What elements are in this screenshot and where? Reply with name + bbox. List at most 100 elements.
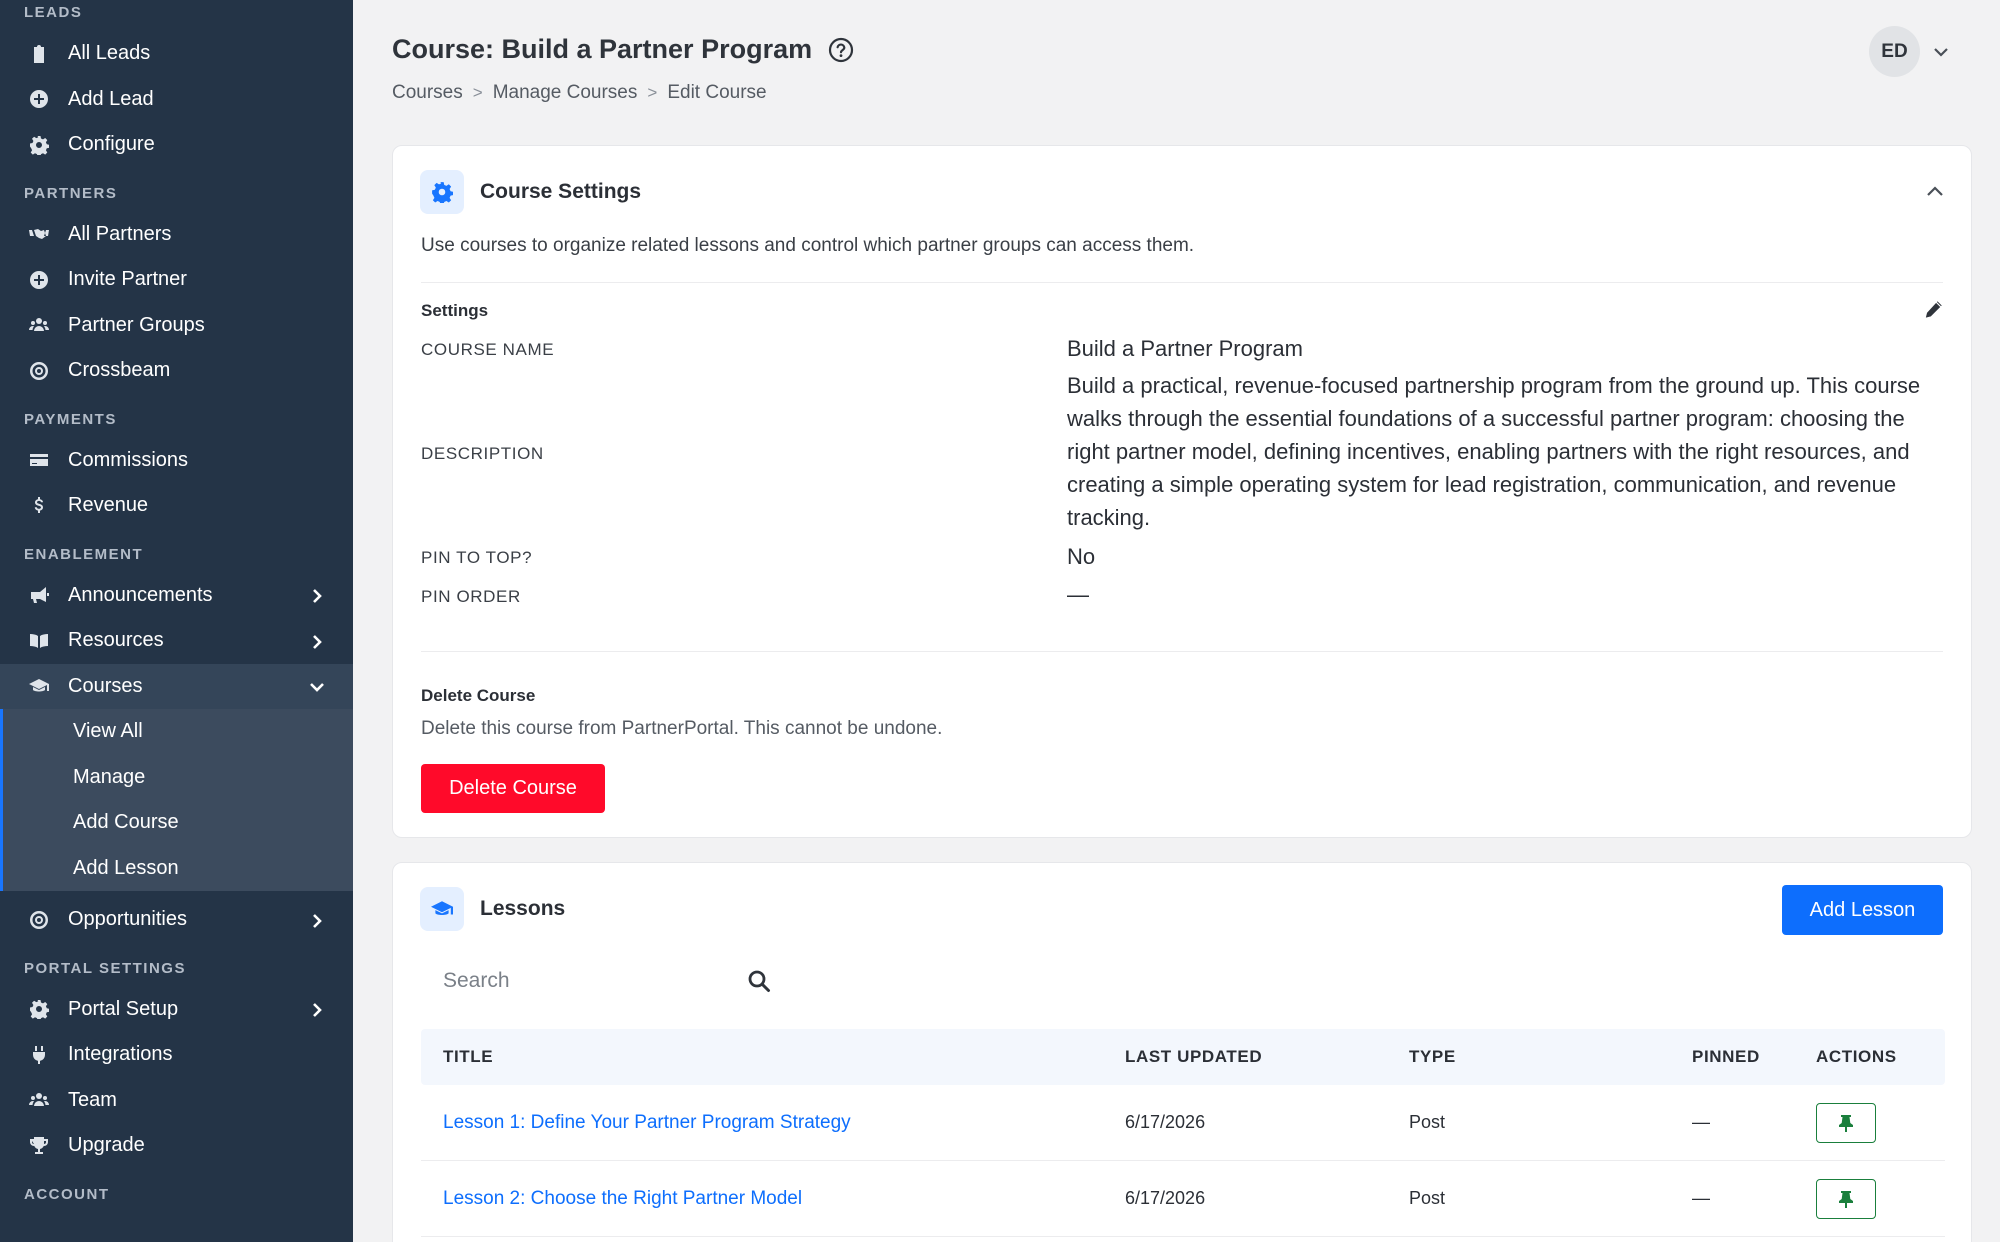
lesson-type: Post [1409,1188,1446,1208]
sidebar-subitem-add-lesson[interactable]: Add Lesson [3,846,353,892]
sidebar-item-label: Opportunities [68,908,187,931]
sidebar-item-label: Announcements [68,583,213,606]
add-lesson-button[interactable]: Add Lesson [1782,885,1943,935]
section-title-payments: PAYMENTS [24,410,117,428]
delete-course-title: Delete Course [421,686,536,705]
users-icon [28,314,50,336]
sidebar-item-team[interactable]: Team [0,1078,353,1124]
breadcrumb-courses[interactable]: Courses [392,82,463,104]
graduation-cap-icon [420,887,464,931]
column-header-pinned[interactable]: PINNED [1692,1047,1816,1067]
sidebar-item-courses[interactable]: Courses [0,663,353,709]
sidebar-item-integrations[interactable]: Integrations [0,1032,353,1078]
sidebar-item-label: Courses [68,674,143,697]
sidebar-item-label: Portal Setup [68,997,179,1020]
graduation-cap-icon [28,675,50,697]
sidebar-item-label: Team [68,1088,117,1111]
sidebar-item-label: Invite Partner [68,268,187,291]
table-row: Lesson 1: Define Your Partner Program St… [421,1085,1945,1161]
sidebar-item-label: Revenue [68,494,149,517]
pencil-icon[interactable] [1923,298,1945,320]
target-icon [28,909,50,931]
sidebar-item-label: Commissions [68,448,189,471]
sidebar-item-commissions[interactable]: Commissions [0,438,353,484]
section-title-account: ACCOUNT [24,1185,110,1203]
sidebar-item-revenue[interactable]: Revenue [0,483,353,529]
section-title-leads: LEADS [24,4,83,21]
pin-icon [1839,1114,1853,1132]
sidebar-item-label: Add Lead [68,87,154,110]
divider [421,282,1943,283]
pin-button[interactable] [1816,1178,1876,1219]
gear-icon [28,998,50,1020]
sidebar-item-label: All Partners [68,222,172,245]
divider [421,651,1943,652]
avatar[interactable]: ED [1869,26,1920,77]
search-icon[interactable] [747,969,771,993]
section-title-portal-settings: PORTAL SETTINGS [24,959,186,977]
breadcrumb-separator: > [472,83,483,102]
column-header-last-updated[interactable]: LAST UPDATED [1125,1047,1409,1067]
breadcrumb-manage-courses[interactable]: Manage Courses [493,82,638,104]
sidebar-item-crossbeam[interactable]: Crossbeam [0,348,353,394]
search-input[interactable] [421,969,747,993]
sidebar-subitem-manage[interactable]: Manage [3,755,353,801]
lesson-type: Post [1409,1112,1446,1132]
pin-button[interactable] [1816,1102,1876,1143]
lesson-last-updated: 6/17/2026 [1125,1188,1206,1208]
sidebar-item-partner-groups[interactable]: Partner Groups [0,303,353,349]
pin-order-key: PIN ORDER [421,587,521,606]
breadcrumb-edit-course: Edit Course [667,82,767,103]
lesson-last-updated: 6/17/2026 [1125,1112,1206,1132]
sidebar-item-add-lead[interactable]: Add Lead [0,77,353,123]
description-value: Build a practical, revenue-focused partn… [1067,373,1921,530]
sidebar: LEADS All Leads Add Lead Configure PARTN… [0,0,353,1242]
sidebar-item-portal-setup[interactable]: Portal Setup [0,987,353,1033]
sidebar-item-label: Configure [68,133,155,156]
help-circle-icon[interactable] [828,37,854,63]
clipboard-icon [28,43,50,65]
section-title-enablement: ENABLEMENT [24,545,144,563]
sidebar-item-opportunities[interactable]: Opportunities [0,897,353,943]
sidebar-item-invite-partner[interactable]: Invite Partner [0,257,353,303]
column-header-type[interactable]: TYPE [1409,1047,1692,1067]
main-content: Course: Build a Partner Program Courses … [353,0,2000,1242]
delete-course-button[interactable]: Delete Course [421,764,605,813]
sidebar-subitem-add-course[interactable]: Add Course [3,800,353,846]
sidebar-item-upgrade[interactable]: Upgrade [0,1123,353,1169]
sidebar-subitem-view-all[interactable]: View All [3,709,353,755]
chevron-up-icon[interactable] [1925,182,1945,202]
pin-to-top-key: PIN TO TOP? [421,548,533,567]
card-title: Lessons [480,897,566,920]
lessons-card: Lessons Add Lesson TITLE LAST UPDATED TY… [392,862,1972,1242]
chevron-down-icon[interactable] [1932,43,1950,61]
gear-icon [420,170,464,214]
settings-label: Settings [421,301,489,320]
pin-icon [1839,1190,1853,1208]
pin-order-value: — [1067,582,1089,607]
column-header-title[interactable]: TITLE [421,1047,1125,1067]
lesson-title-link[interactable]: Lesson 1: Define Your Partner Program St… [443,1112,851,1133]
lesson-title-link[interactable]: Lesson 2: Choose the Right Partner Model [443,1188,802,1209]
credit-card-icon [28,449,50,471]
sidebar-item-all-partners[interactable]: All Partners [0,212,353,258]
sidebar-item-label: Partner Groups [68,313,205,336]
column-header-actions: ACTIONS [1816,1047,1897,1066]
course-name-key: COURSE NAME [421,340,555,359]
sidebar-item-label: Crossbeam [68,359,171,382]
course-name-value: Build a Partner Program [1067,336,1303,361]
user-menu[interactable]: ED [1869,26,1950,77]
table-row: Lesson 2: Choose the Right Partner Model… [421,1161,1945,1237]
card-header: Course Settings [420,170,641,214]
courses-group: Courses View All Manage Add Course Add L… [0,663,353,891]
sidebar-item-configure[interactable]: Configure [0,122,353,168]
sidebar-item-resources[interactable]: Resources [0,618,353,664]
courses-submenu: View All Manage Add Course Add Lesson [0,709,353,891]
chevron-right-icon [309,912,325,928]
chevron-right-icon [309,1001,325,1018]
card-description: Use courses to organize related lessons … [421,235,1195,256]
lessons-table: TITLE LAST UPDATED TYPE PINNED ACTIONS L… [421,1029,1945,1237]
sidebar-item-announcements[interactable]: Announcements [0,573,353,619]
sidebar-item-all-leads[interactable]: All Leads [0,31,353,77]
sidebar-item-label: Resources [68,629,164,652]
